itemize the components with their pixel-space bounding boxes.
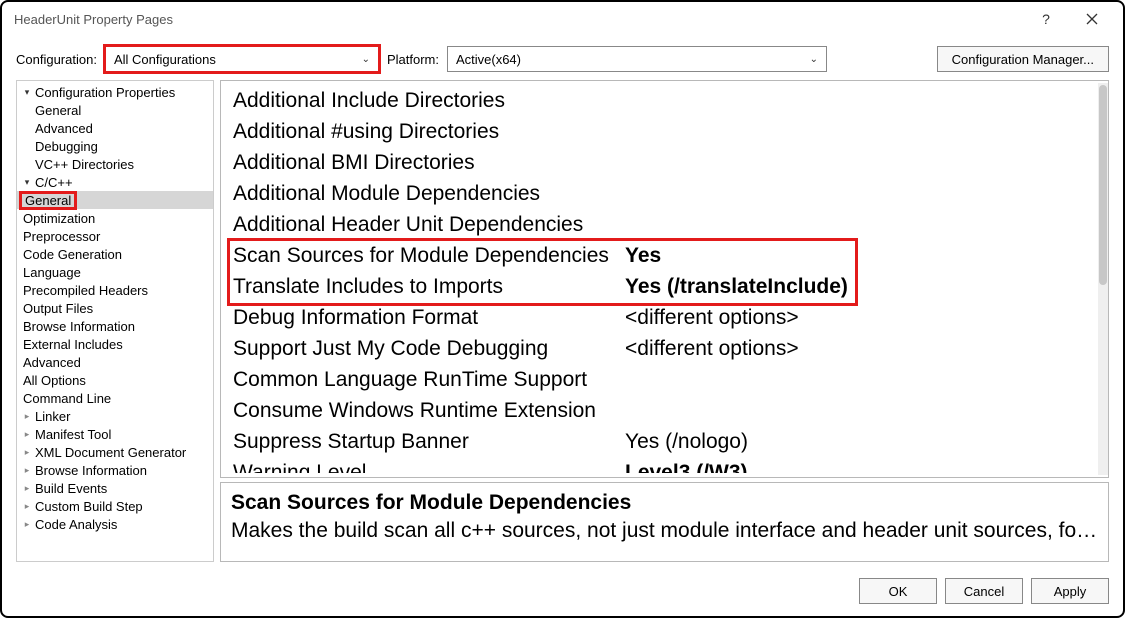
ok-button[interactable]: OK xyxy=(859,578,937,604)
property-key: Additional #using Directories xyxy=(233,120,625,144)
property-key: Support Just My Code Debugging xyxy=(233,337,625,361)
tree-linker[interactable]: Linker xyxy=(17,407,213,425)
property-row[interactable]: Suppress Startup BannerYes (/nologo) xyxy=(233,426,1098,457)
tree-advanced[interactable]: Advanced xyxy=(17,119,213,137)
tree-cc-extern[interactable]: External Includes xyxy=(17,335,213,353)
highlight-box xyxy=(227,238,858,306)
property-key: Warning Level xyxy=(233,461,625,474)
tree-debugging[interactable]: Debugging xyxy=(17,137,213,155)
property-value[interactable]: <different options> xyxy=(625,306,1098,330)
tree-root[interactable]: Configuration Properties xyxy=(17,83,213,101)
property-row[interactable]: Additional Header Unit Dependencies xyxy=(233,209,1098,240)
close-icon[interactable] xyxy=(1069,5,1115,33)
chevron-down-icon: ⌄ xyxy=(362,54,370,65)
tree-cc-browse[interactable]: Browse Information xyxy=(17,317,213,335)
property-key: Common Language RunTime Support xyxy=(233,368,625,392)
tree-cc-adv[interactable]: Advanced xyxy=(17,353,213,371)
property-key: Additional Header Unit Dependencies xyxy=(233,213,625,237)
property-value[interactable]: Yes (/nologo) xyxy=(625,430,1098,454)
description-pane: Scan Sources for Module Dependencies Mak… xyxy=(220,482,1109,562)
tree-cc-cmd[interactable]: Command Line xyxy=(17,389,213,407)
property-row[interactable]: Debug Information Format<different optio… xyxy=(233,302,1098,333)
property-row[interactable]: Support Just My Code Debugging<different… xyxy=(233,333,1098,364)
platform-label: Platform: xyxy=(387,52,439,67)
tree-ccpp[interactable]: C/C++ xyxy=(17,173,213,191)
description-text: Makes the build scan all c++ sources, no… xyxy=(231,519,1098,543)
property-key: Additional Include Directories xyxy=(233,89,625,113)
property-key: Additional Module Dependencies xyxy=(233,182,625,206)
property-key: Consume Windows Runtime Extension xyxy=(233,399,625,423)
titlebar: HeaderUnit Property Pages ? xyxy=(2,2,1123,36)
tree-cc-codegen[interactable]: Code Generation xyxy=(17,245,213,263)
tree-cc-output[interactable]: Output Files xyxy=(17,299,213,317)
cancel-button[interactable]: Cancel xyxy=(945,578,1023,604)
tree-cc-preproc[interactable]: Preprocessor xyxy=(17,227,213,245)
tree-cc-optimization[interactable]: Optimization xyxy=(17,209,213,227)
property-row[interactable]: Additional BMI Directories xyxy=(233,147,1098,178)
property-key: Debug Information Format xyxy=(233,306,625,330)
property-grid[interactable]: Additional Include Directories Additional… xyxy=(220,80,1109,478)
platform-value: Active(x64) xyxy=(456,52,521,67)
property-value[interactable]: <different options> xyxy=(625,337,1098,361)
tree-vcpp[interactable]: VC++ Directories xyxy=(17,155,213,173)
tree-xml[interactable]: XML Document Generator xyxy=(17,443,213,461)
configuration-label: Configuration: xyxy=(16,52,97,67)
vertical-scrollbar[interactable] xyxy=(1098,83,1108,475)
nav-tree[interactable]: Configuration Properties General Advance… xyxy=(16,80,214,562)
tree-cc-pch[interactable]: Precompiled Headers xyxy=(17,281,213,299)
property-key: Suppress Startup Banner xyxy=(233,430,625,454)
property-row[interactable]: Warning LevelLevel3 (/W3) xyxy=(233,457,1098,473)
tree-cc-all[interactable]: All Options xyxy=(17,371,213,389)
tree-buildevents[interactable]: Build Events xyxy=(17,479,213,497)
tree-browseinfo[interactable]: Browse Information xyxy=(17,461,213,479)
tree-general[interactable]: General xyxy=(17,101,213,119)
configuration-manager-button[interactable]: Configuration Manager... xyxy=(937,46,1109,72)
tree-codeanalysis[interactable]: Code Analysis xyxy=(17,515,213,533)
property-row[interactable]: Additional Include Directories xyxy=(233,85,1098,116)
window-title: HeaderUnit Property Pages xyxy=(14,12,173,27)
property-row[interactable]: Additional #using Directories xyxy=(233,116,1098,147)
help-button[interactable]: ? xyxy=(1023,5,1069,33)
tree-custombuild[interactable]: Custom Build Step xyxy=(17,497,213,515)
property-row[interactable]: Common Language RunTime Support xyxy=(233,364,1098,395)
dialog-buttons: OK Cancel Apply xyxy=(859,578,1109,604)
configuration-dropdown[interactable]: All Configurations ⌄ xyxy=(105,46,379,72)
configuration-value: All Configurations xyxy=(114,52,216,67)
description-title: Scan Sources for Module Dependencies xyxy=(231,491,1098,515)
tree-manifest[interactable]: Manifest Tool xyxy=(17,425,213,443)
chevron-down-icon: ⌄ xyxy=(810,54,818,65)
property-row[interactable]: Additional Module Dependencies xyxy=(233,178,1098,209)
config-row: Configuration: All Configurations ⌄ Plat… xyxy=(2,36,1123,82)
property-value[interactable]: Level3 (/W3) xyxy=(625,461,1098,474)
tree-cc-language[interactable]: Language xyxy=(17,263,213,281)
property-row[interactable]: Consume Windows Runtime Extension xyxy=(233,395,1098,426)
apply-button[interactable]: Apply xyxy=(1031,578,1109,604)
tree-cc-general[interactable]: General xyxy=(17,191,213,209)
property-key: Additional BMI Directories xyxy=(233,151,625,175)
platform-dropdown[interactable]: Active(x64) ⌄ xyxy=(447,46,827,72)
